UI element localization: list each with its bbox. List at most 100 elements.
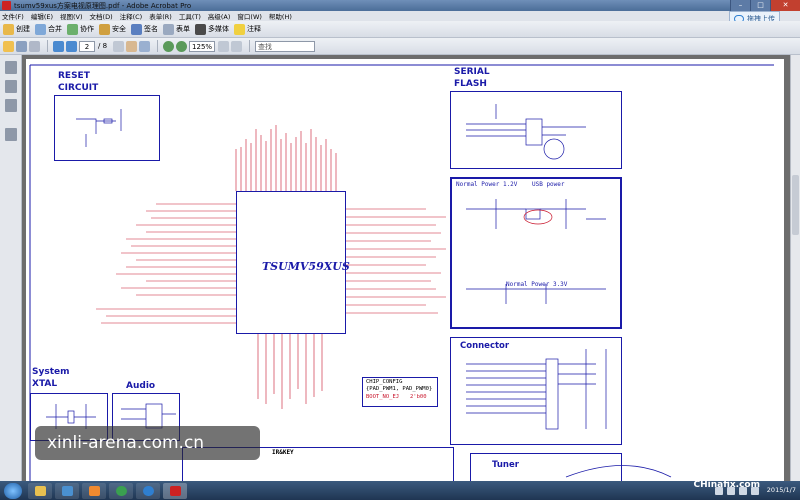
power-33v-title: Normal Power 3.3V bbox=[506, 281, 568, 288]
usb-power-title: USB power bbox=[532, 181, 565, 188]
menu-document[interactable]: 文档(D) bbox=[90, 11, 113, 21]
watermark-text: xinli-arena.com.cn bbox=[47, 433, 205, 453]
secure-button[interactable]: 安全 bbox=[99, 23, 126, 35]
comment-button[interactable]: 注释 bbox=[234, 23, 261, 35]
close-button[interactable]: ✕ bbox=[770, 0, 800, 11]
taskbar-folder[interactable] bbox=[28, 482, 52, 499]
system-title: System bbox=[32, 367, 70, 377]
taskbar-media[interactable] bbox=[55, 482, 79, 499]
menu-forms[interactable]: 表单(R) bbox=[149, 11, 172, 21]
film-icon bbox=[195, 23, 206, 35]
create-icon bbox=[3, 23, 14, 35]
open-folder-icon[interactable] bbox=[3, 40, 14, 52]
menu-bar: 文件(F) 编辑(E) 视图(V) 文档(D) 注释(C) 表单(R) 工具(T… bbox=[0, 11, 800, 21]
menu-file[interactable]: 文件(F) bbox=[2, 11, 24, 21]
find-input[interactable]: 查找 bbox=[255, 40, 316, 52]
connector-title: Connector bbox=[460, 341, 510, 351]
next-page-icon[interactable] bbox=[66, 40, 77, 52]
minimize-button[interactable]: – bbox=[730, 0, 750, 11]
reset-circuit-frame bbox=[54, 95, 160, 161]
marquee-zoom-icon[interactable] bbox=[139, 40, 151, 52]
chip-config-line3: BOOT_NO_EJ bbox=[366, 394, 400, 400]
media-icon bbox=[61, 485, 73, 496]
ir-key-title: IR&KEY bbox=[272, 449, 294, 456]
serial-flash-frame bbox=[450, 91, 622, 169]
combine-button[interactable]: 合并 bbox=[35, 23, 62, 35]
serial-flash-title: SERIAL bbox=[454, 67, 490, 77]
sign-button[interactable]: 签名 bbox=[131, 23, 158, 35]
pen-icon bbox=[131, 23, 142, 35]
title-bar: tsumv59xus方案电视原理图.pdf - Adobe Acrobat Pr… bbox=[0, 0, 800, 11]
collaborate-icon bbox=[67, 23, 78, 35]
pdf-page: RESET CIRCUIT SERIAL FLASH TSUMV59XUS No… bbox=[26, 59, 784, 487]
menu-advanced[interactable]: 高级(A) bbox=[208, 11, 231, 21]
menu-comments[interactable]: 注释(C) bbox=[120, 11, 143, 21]
brand-watermark: CHinafix.com bbox=[693, 480, 761, 490]
watermark: xinli-arena.com.cn bbox=[35, 426, 260, 460]
multimedia-button[interactable]: 多媒体 bbox=[195, 23, 229, 35]
taskbar-player[interactable] bbox=[82, 482, 106, 499]
menu-help[interactable]: 帮助(H) bbox=[269, 11, 292, 21]
chip-config-value: 2'b00 bbox=[410, 394, 427, 400]
reset-subtitle: CIRCUIT bbox=[58, 83, 99, 93]
scrollbar-thumb[interactable] bbox=[792, 175, 799, 235]
start-button[interactable] bbox=[4, 482, 22, 499]
combine-icon bbox=[35, 23, 46, 35]
forms-button[interactable]: 表单 bbox=[163, 23, 190, 35]
taskbar-cloud[interactable] bbox=[136, 482, 160, 499]
audio-title: Audio bbox=[126, 381, 156, 391]
select-tool-icon[interactable] bbox=[113, 40, 125, 52]
create-button[interactable]: 创建 bbox=[3, 23, 30, 35]
zoom-out-icon[interactable] bbox=[163, 40, 175, 52]
previous-page-icon[interactable] bbox=[53, 40, 64, 52]
menu-view[interactable]: 视图(V) bbox=[60, 11, 83, 21]
xtal-title: XTAL bbox=[32, 379, 58, 389]
collaborate-button[interactable]: 协作 bbox=[67, 23, 94, 35]
email-icon[interactable] bbox=[29, 40, 40, 52]
maximize-button[interactable]: □ bbox=[750, 0, 770, 11]
lock-icon bbox=[99, 23, 110, 35]
vertical-scrollbar[interactable] bbox=[790, 55, 800, 481]
navigation-pane bbox=[0, 55, 22, 481]
bookmarks-panel-icon[interactable] bbox=[5, 80, 17, 93]
browser-icon bbox=[115, 485, 127, 496]
comment-icon bbox=[234, 23, 245, 35]
hand-tool-icon[interactable] bbox=[126, 40, 138, 52]
zoom-input[interactable]: 125% bbox=[189, 40, 216, 52]
folder-icon bbox=[34, 485, 46, 496]
clock[interactable]: 2015/1/7 bbox=[767, 487, 796, 494]
menu-tools[interactable]: 工具(T) bbox=[179, 11, 201, 21]
acrobat-icon bbox=[2, 1, 11, 10]
form-icon bbox=[163, 23, 174, 35]
date: 2015/1/7 bbox=[766, 486, 796, 494]
window-title: tsumv59xus方案电视原理图.pdf - Adobe Acrobat Pr… bbox=[14, 1, 192, 10]
power-12v-title: Normal Power 1.2V bbox=[456, 181, 518, 188]
signatures-panel-icon[interactable] bbox=[5, 99, 17, 112]
chip-config-line1: CHIP_CONFIG bbox=[366, 379, 403, 385]
attachments-panel-icon[interactable] bbox=[5, 128, 17, 141]
acrobat-icon bbox=[169, 485, 181, 496]
tuner-title: Tuner bbox=[492, 460, 519, 470]
menu-window[interactable]: 窗口(W) bbox=[237, 11, 262, 21]
connector-frame bbox=[450, 337, 622, 445]
navigation-toolbar: 2 / 8 125% 查找 bbox=[0, 38, 800, 55]
chip-config-line2: {PAD_PWM1, PAD_PWM0} bbox=[366, 386, 433, 392]
zoom-in-icon[interactable] bbox=[176, 40, 188, 52]
menu-edit[interactable]: 编辑(E) bbox=[31, 11, 53, 21]
serial-flash-subtitle: FLASH bbox=[454, 79, 487, 89]
reset-title: RESET bbox=[58, 71, 90, 81]
fit-width-icon[interactable] bbox=[231, 40, 243, 52]
page-total: / 8 bbox=[98, 42, 108, 50]
taskbar: 2015/1/7 bbox=[0, 481, 800, 500]
player-icon bbox=[88, 485, 100, 496]
chip-name: TSUMV59XUS bbox=[262, 260, 350, 273]
pages-panel-icon[interactable] bbox=[5, 61, 17, 74]
taskbar-acrobat[interactable] bbox=[163, 482, 187, 499]
document-area[interactable]: RESET CIRCUIT SERIAL FLASH TSUMV59XUS No… bbox=[22, 55, 790, 487]
fit-page-icon[interactable] bbox=[218, 40, 230, 52]
task-toolbar: 创建 合并 协作 安全 签名 表单 多媒体 注释 bbox=[0, 21, 800, 38]
cloud-icon bbox=[142, 485, 154, 496]
print-icon[interactable] bbox=[16, 40, 27, 52]
taskbar-browser[interactable] bbox=[109, 482, 133, 499]
page-number-input[interactable]: 2 bbox=[79, 40, 95, 52]
